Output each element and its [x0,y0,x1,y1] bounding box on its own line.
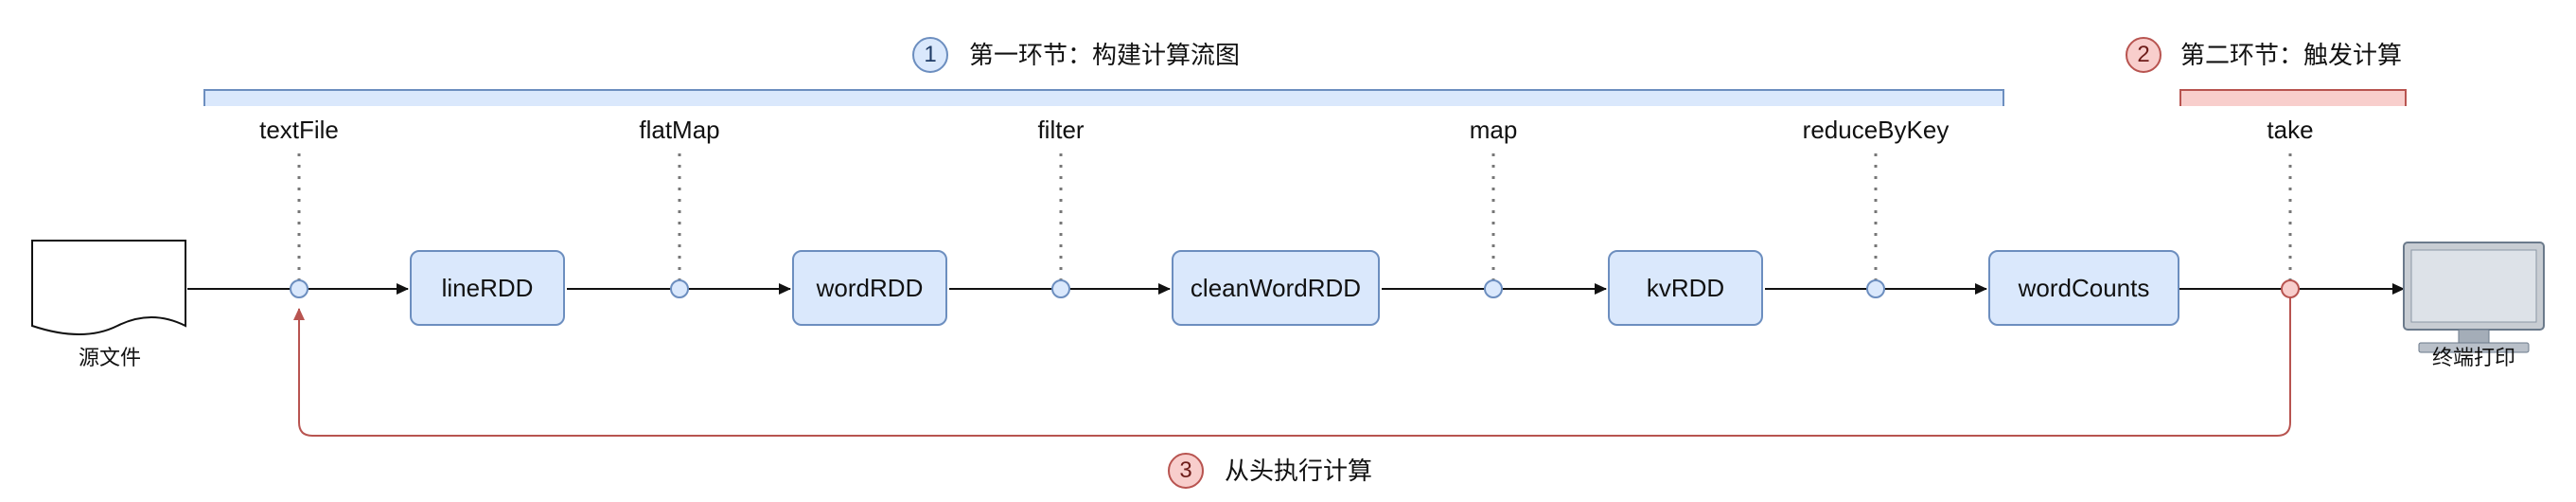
source-file-icon [31,240,186,335]
operator-textfile-label: textFile [259,116,339,144]
filter-node-dot [1051,279,1070,298]
rdd-box-wordcounts: wordCounts [1988,250,2179,326]
terminal-monitor-icon [2403,242,2545,353]
phase3-label: 从头执行计算 [1225,457,1373,485]
operator-flatmap-label: flatMap [639,116,720,144]
map-node-dot [1484,279,1503,298]
rdd-box-linerdd: lineRDD [410,250,565,326]
phase1-number-badge: 1 [912,37,948,73]
phase2-label: 第二环节：触发计算 [2180,41,2403,69]
terminal-label: 终端打印 [2431,346,2515,369]
flatmap-node-dot [670,279,689,298]
spark-dag-diagram: 1 第一环节：构建计算流图 2 第二环节：触发计算 3 从头执行计算 textF… [0,0,2576,502]
phase2-number-badge: 2 [2126,37,2161,73]
source-file-label: 源文件 [78,346,141,369]
phase1-label: 第一环节：构建计算流图 [969,41,1241,69]
rdd-box-cleanwordrdd: cleanWordRDD [1172,250,1380,326]
reducebykey-node-dot [1866,279,1885,298]
phase3-number-badge: 3 [1168,453,1204,489]
rdd-box-kvrdd: kvRDD [1608,250,1763,326]
operator-take-label: take [2267,116,2314,144]
rdd-box-wordrdd: wordRDD [792,250,947,326]
phase2-bracket [2179,89,2407,106]
operator-filter-label: filter [1037,116,1085,144]
phase1-bracket [203,89,2004,106]
operator-reducebykey-label: reduceByKey [1802,116,1950,144]
textfile-node-dot [290,279,309,298]
operator-map-label: map [1469,116,1518,144]
take-node-dot [2281,279,2300,298]
